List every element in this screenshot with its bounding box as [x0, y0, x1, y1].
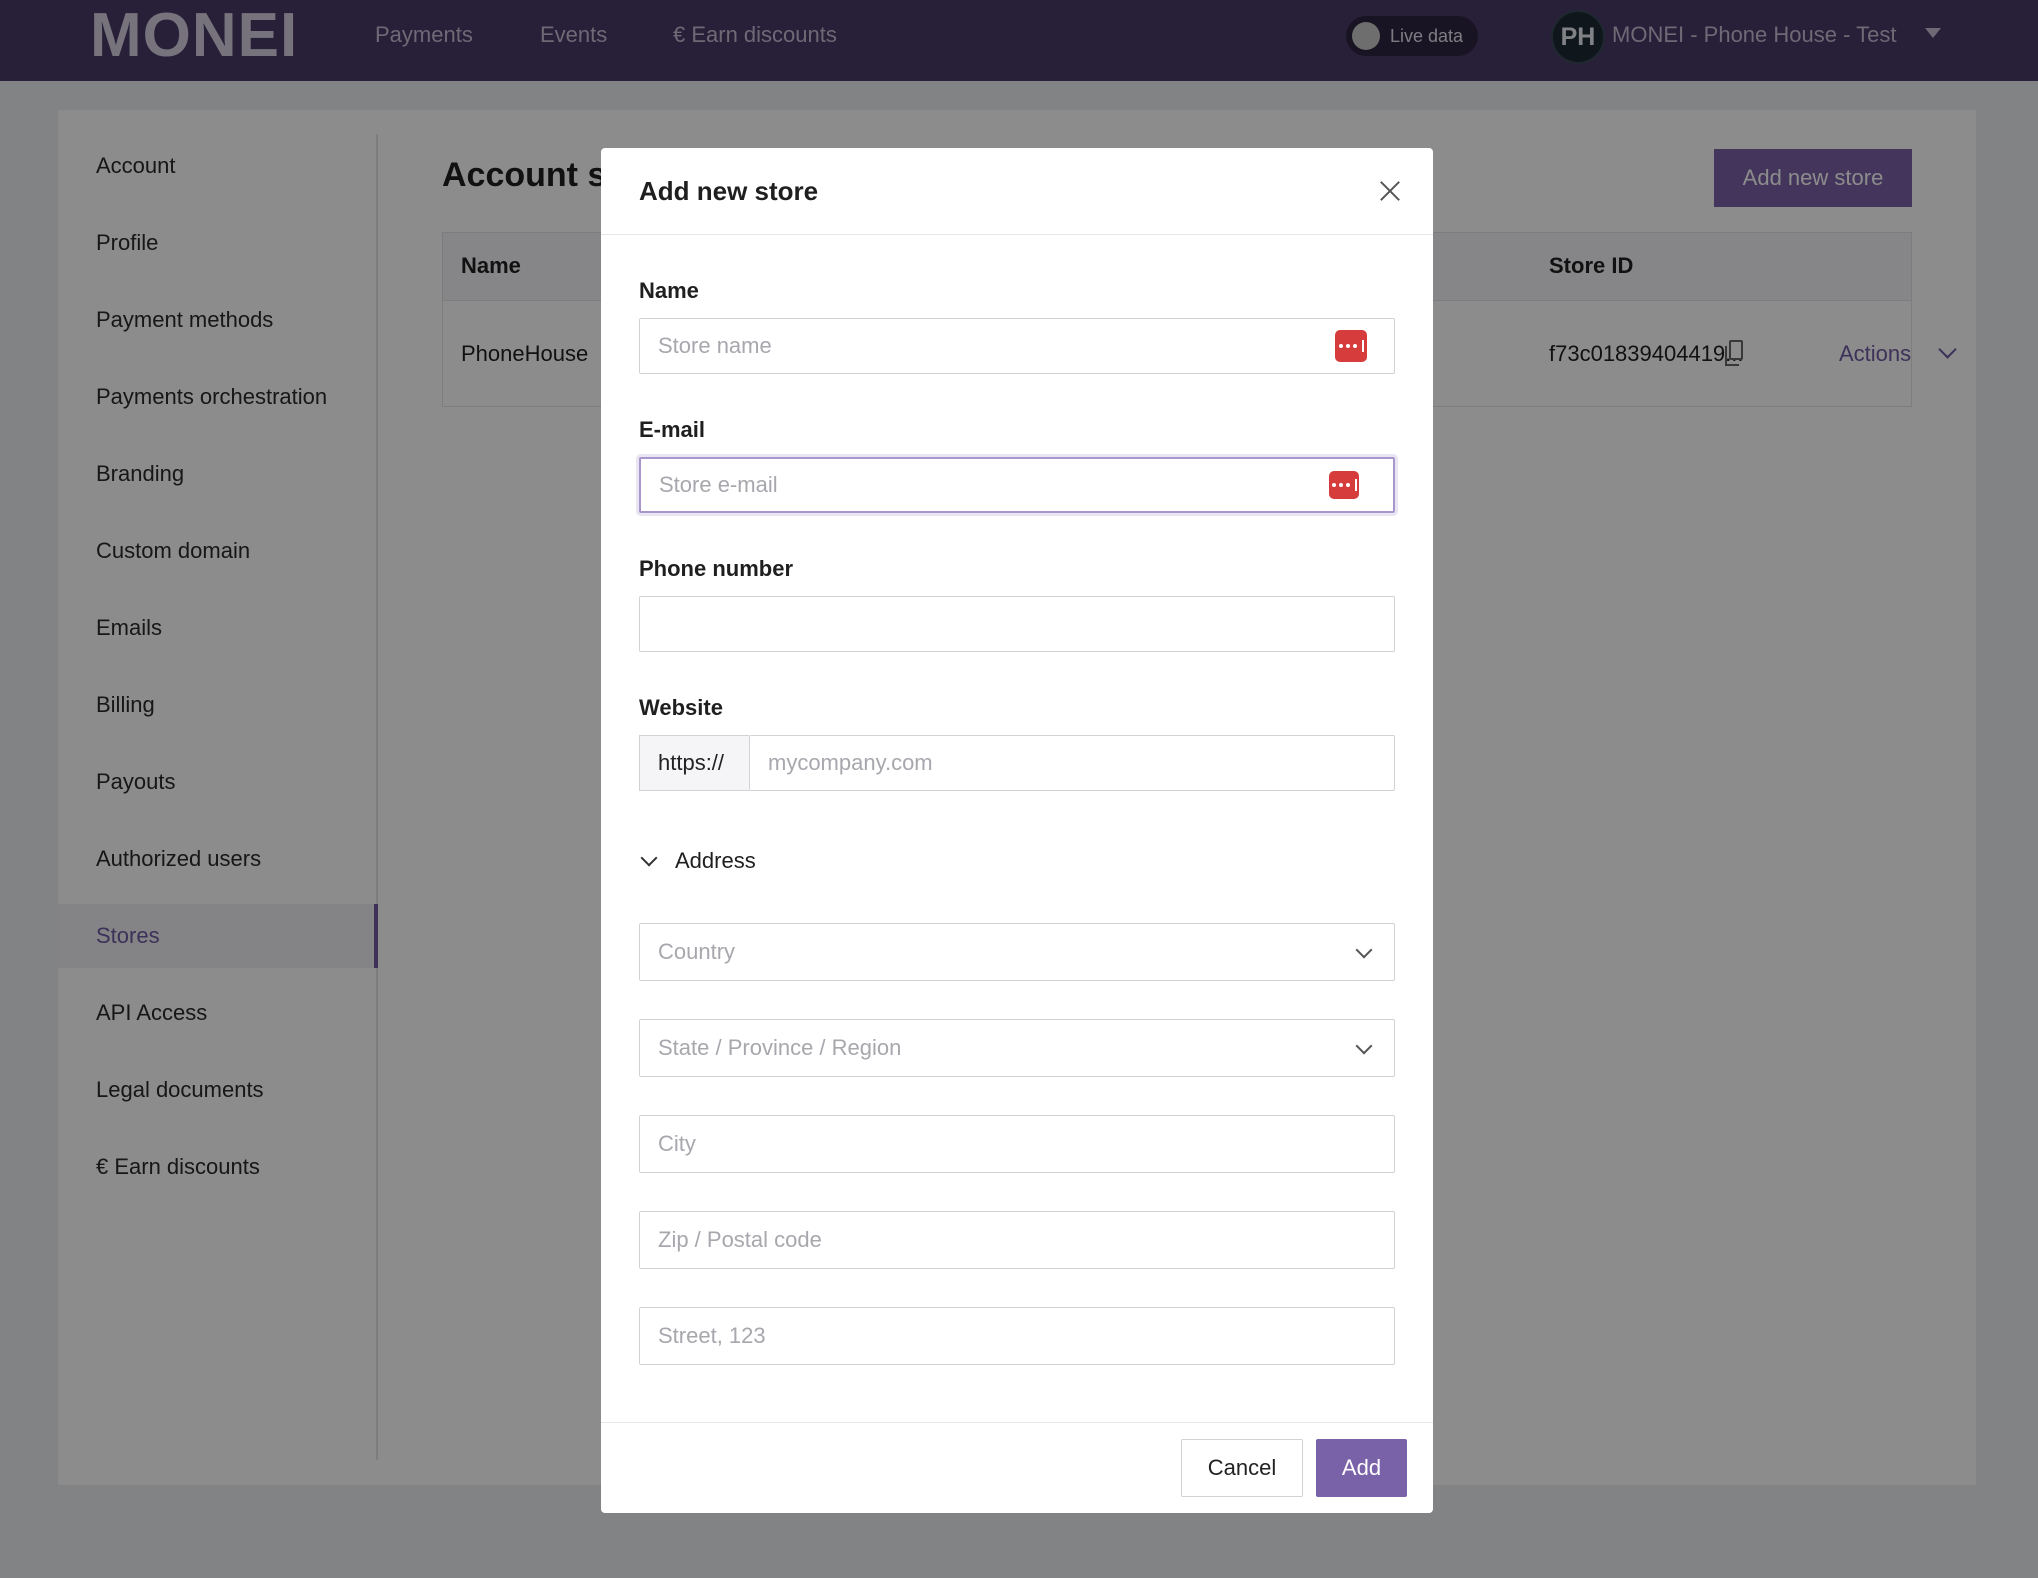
street-input[interactable]: [639, 1307, 1395, 1365]
modal-header: Add new store: [601, 148, 1433, 235]
address-section-toggle[interactable]: Address: [639, 848, 756, 874]
password-manager-icon[interactable]: [1335, 330, 1367, 362]
add-button[interactable]: Add: [1316, 1439, 1407, 1497]
phone-label: Phone number: [639, 556, 794, 581]
modal-footer: Cancel Add: [601, 1422, 1433, 1513]
chevron-down-icon: [1355, 1037, 1373, 1055]
country-select[interactable]: Country: [639, 923, 1395, 981]
address-label: Address: [675, 848, 756, 873]
cancel-button[interactable]: Cancel: [1181, 1439, 1303, 1497]
chevron-down-icon: [1355, 941, 1373, 959]
password-manager-icon[interactable]: [1329, 471, 1359, 499]
name-label: Name: [639, 278, 699, 303]
add-store-modal: Add new store Name E-mail Phone number W…: [601, 148, 1433, 1513]
email-label: E-mail: [639, 417, 706, 442]
close-icon[interactable]: [1375, 176, 1405, 206]
website-input[interactable]: [749, 735, 1395, 791]
chevron-down-icon: [640, 849, 658, 867]
store-name-input[interactable]: [639, 318, 1395, 374]
website-prefix: https://: [639, 735, 749, 791]
city-input[interactable]: [639, 1115, 1395, 1173]
modal-title: Add new store: [639, 176, 819, 206]
website-label: Website: [639, 695, 723, 720]
state-select[interactable]: State / Province / Region: [639, 1019, 1395, 1077]
store-email-input[interactable]: [639, 457, 1395, 513]
state-placeholder: State / Province / Region: [658, 1035, 902, 1060]
zip-input[interactable]: [639, 1211, 1395, 1269]
country-placeholder: Country: [658, 939, 736, 964]
phone-number-input[interactable]: [639, 596, 1395, 652]
